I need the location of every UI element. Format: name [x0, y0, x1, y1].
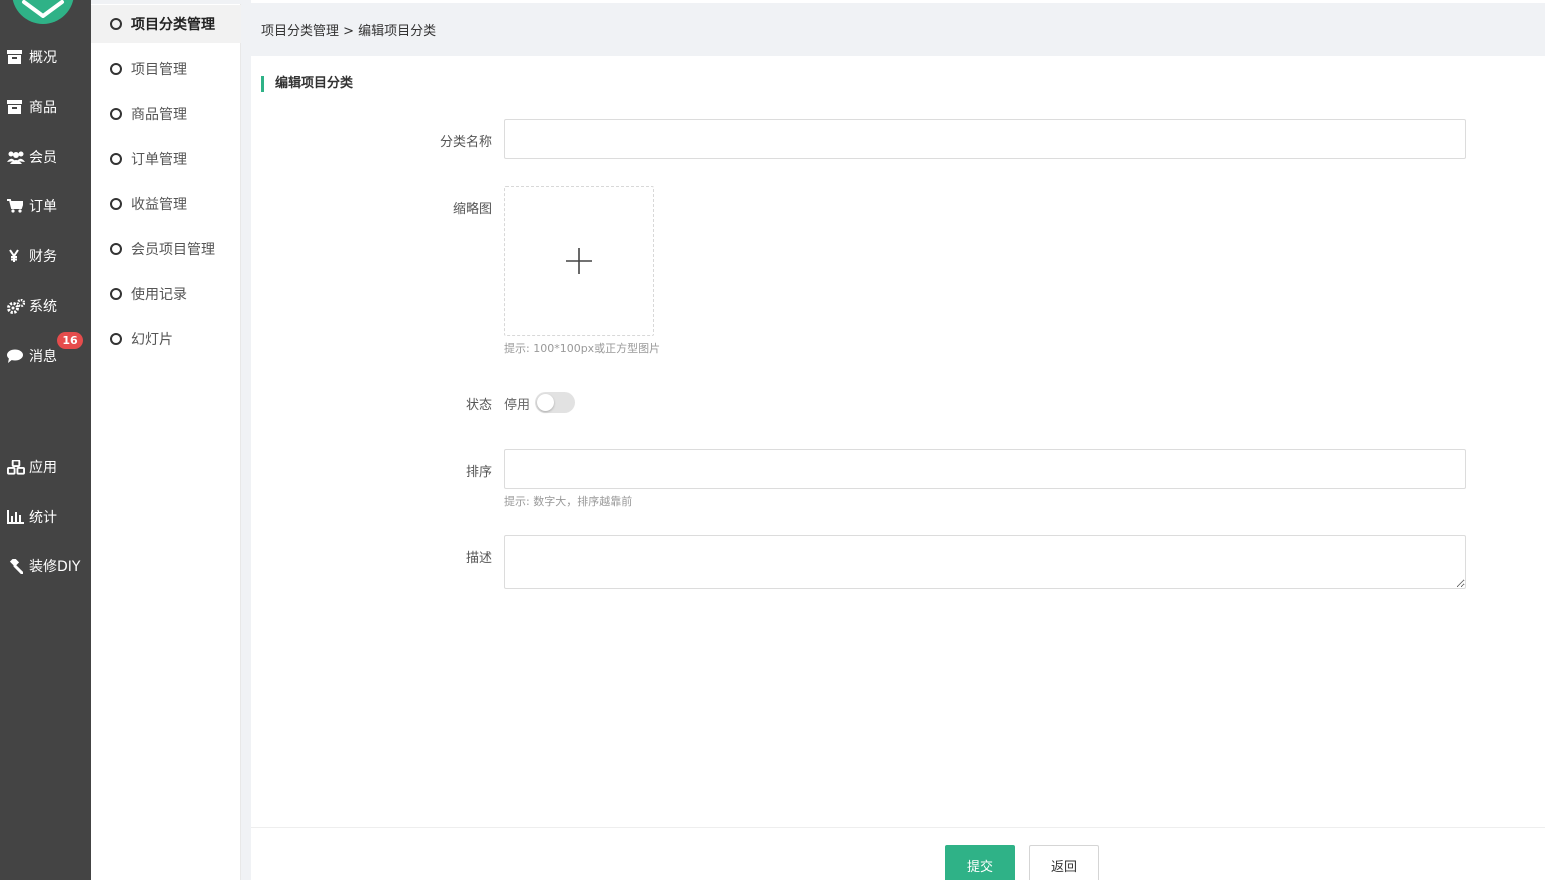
section-title: 编辑项目分类 [261, 76, 353, 92]
nav-item-overview[interactable]: 概况 [0, 39, 91, 75]
subnav-item-label: 项目管理 [131, 62, 187, 78]
subnav-item-income[interactable]: 收益管理 [91, 185, 241, 223]
nav-item-label: 系统 [29, 299, 57, 315]
nav-item-label: 会员 [29, 150, 57, 166]
nav-item-label: 装修DIY [29, 559, 81, 575]
nav-item-label: 财务 [29, 249, 57, 265]
sort-hint: 提示: 数字大，排序越靠前 [504, 495, 633, 508]
subnav-item-usage-log[interactable]: 使用记录 [91, 275, 241, 313]
nav-item-label: 概况 [29, 50, 57, 66]
check-icon [22, 0, 64, 18]
nav-item-label: 应用 [29, 460, 57, 476]
gavel-icon [7, 558, 25, 574]
thumb-hint: 提示: 100*100px或正方型图片 [504, 342, 661, 355]
archive-icon [7, 99, 25, 115]
sort-label: 排序 [465, 465, 492, 480]
subnav-item-label: 会员项目管理 [131, 242, 215, 258]
users-icon [7, 149, 25, 165]
subnav-item-orders[interactable]: 订单管理 [91, 140, 241, 178]
status-toggle[interactable] [535, 392, 575, 413]
nav-item-finance[interactable]: 财务 [0, 238, 91, 274]
circle-icon [110, 108, 122, 120]
back-button[interactable]: 返回 [1029, 845, 1099, 880]
status-value: 停用 [504, 398, 531, 413]
nav-item-system[interactable]: 系统 [0, 288, 91, 324]
yen-icon [7, 248, 25, 264]
status-label: 状态 [465, 398, 492, 413]
subnav-item-label: 项目分类管理 [131, 17, 215, 33]
subnav-item-project-category[interactable]: 项目分类管理 [91, 5, 241, 43]
nav-item-orders[interactable]: 订单 [0, 188, 91, 224]
main-sidebar: 概况 商品 会员 订单 财务 系统 消息 16 应用 统计 装修DIY [0, 0, 91, 880]
circle-icon [110, 333, 122, 345]
nav-item-label: 消息 [29, 349, 57, 365]
thumb-label: 缩略图 [452, 202, 492, 217]
cubes-icon [7, 459, 25, 475]
circle-icon [110, 18, 122, 30]
subnav-item-slides[interactable]: 幻灯片 [91, 320, 241, 358]
nav-item-diy[interactable]: 装修DIY [0, 548, 91, 584]
nav-item-goods[interactable]: 商品 [0, 89, 91, 125]
description-textarea[interactable] [504, 535, 1466, 589]
sub-sidebar: 项目分类管理 项目管理 商品管理 订单管理 收益管理 会员项目管理 使用记录 幻… [91, 0, 241, 880]
plus-icon [566, 248, 592, 274]
subnav-item-goods[interactable]: 商品管理 [91, 95, 241, 133]
subnav-item-label: 收益管理 [131, 197, 187, 213]
toggle-knob [537, 394, 554, 411]
cart-icon [7, 198, 25, 214]
nav-item-apps[interactable]: 应用 [0, 449, 91, 485]
submit-button[interactable]: 提交 [945, 845, 1015, 880]
sub-sidebar-topbar [91, 0, 241, 4]
subnav-item-projects[interactable]: 项目管理 [91, 50, 241, 88]
breadcrumb-text: 项目分类管理 > 编辑项目分类 [261, 24, 437, 39]
main-content: 项目分类管理 > 编辑项目分类 编辑项目分类 分类名称 缩略图 提示: 100*… [251, 0, 1545, 880]
nav-item-members[interactable]: 会员 [0, 139, 91, 175]
circle-icon [110, 243, 122, 255]
comment-icon [7, 348, 25, 364]
thumbnail-upload[interactable] [504, 186, 654, 336]
nav-item-label: 商品 [29, 100, 57, 116]
circle-icon [110, 288, 122, 300]
subnav-item-label: 使用记录 [131, 287, 187, 303]
name-label: 分类名称 [439, 135, 492, 150]
circle-icon [110, 153, 122, 165]
subnav-item-label: 商品管理 [131, 107, 187, 123]
circle-icon [110, 198, 122, 210]
bar-chart-icon [7, 509, 25, 525]
logo[interactable] [12, 0, 74, 24]
nav-item-stats[interactable]: 统计 [0, 499, 91, 535]
archive-icon [7, 49, 25, 65]
message-count-badge: 16 [57, 332, 83, 349]
sort-input[interactable] [504, 449, 1466, 489]
nav-item-label: 统计 [29, 510, 57, 526]
category-name-input[interactable] [504, 119, 1466, 159]
circle-icon [110, 63, 122, 75]
desc-label: 描述 [465, 551, 492, 566]
form-footer: 提交 返回 [251, 827, 1545, 880]
subnav-item-label: 订单管理 [131, 152, 187, 168]
subnav-item-member-projects[interactable]: 会员项目管理 [91, 230, 241, 268]
nav-item-label: 订单 [29, 199, 57, 215]
subnav-item-label: 幻灯片 [131, 332, 173, 348]
breadcrumb: 项目分类管理 > 编辑项目分类 [251, 3, 1545, 56]
gears-icon [7, 298, 25, 314]
